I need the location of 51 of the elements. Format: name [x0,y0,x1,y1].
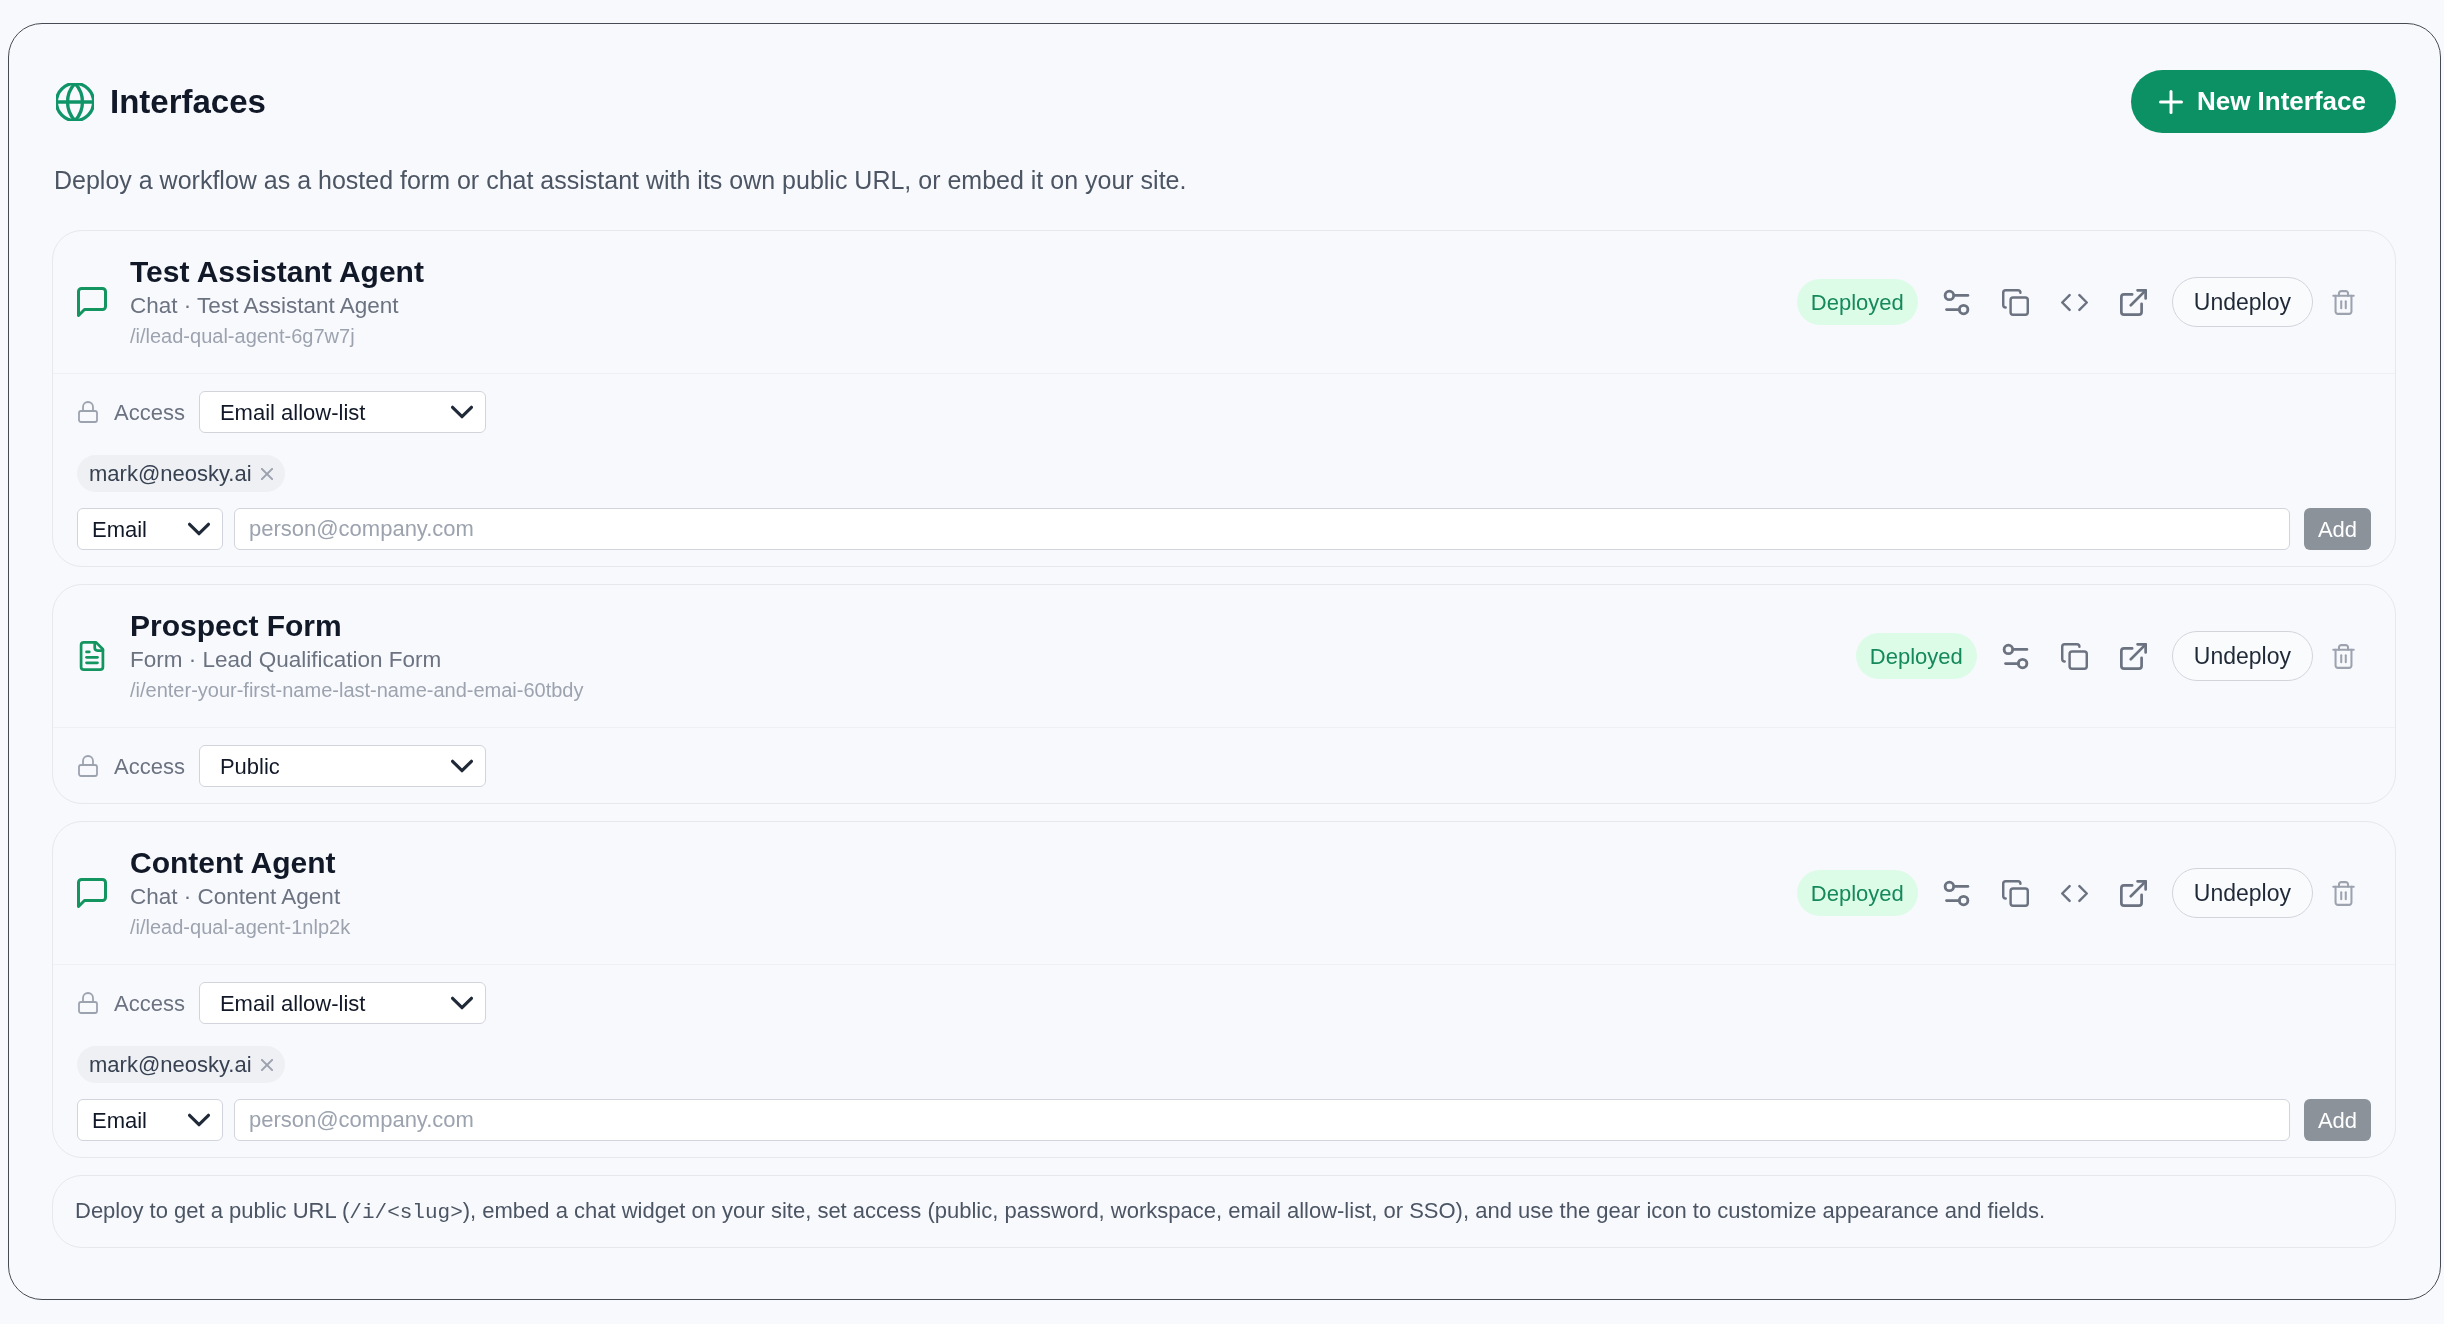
access-select[interactable]: Email allow-list [198,391,486,433]
interface-slug: /i/lead-qual-agent-6g7w7j [130,324,356,349]
status-badge: Deployed [1796,870,1918,916]
undeploy-button[interactable]: Undeploy [2171,868,2313,918]
copy-icon[interactable] [2001,288,2029,316]
info-text: Deploy to get a public URL (/i/<slug>), embed a chat widget on your site, set access (public, password, workspace, email allow-list, or SSO), and use the gear icon to customize appearance and fields. [75,1197,2046,1227]
access-label: Access [114,398,185,427]
new-interface-button[interactable]: New Interface [2130,70,2396,133]
trash-icon[interactable] [2331,880,2356,906]
settings-icon[interactable] [1942,288,1970,316]
status-badge: Deployed [1855,633,1977,679]
email-chip: mark@neosky.ai [77,1046,285,1083]
interface-subtitle: Chat · Content Agent [130,883,342,911]
settings-icon[interactable] [1942,879,1970,907]
interface-name: Test Assistant Agent [130,254,424,290]
copy-icon[interactable] [2060,642,2088,670]
lock-icon [77,401,99,423]
page-title: Interfaces [110,81,266,122]
interface-slug: /i/enter-your-first-name-last-name-and-emai-60tbdy [130,678,584,703]
external-link-icon[interactable] [2119,642,2147,670]
undeploy-button[interactable]: Undeploy [2171,631,2313,681]
interface-subtitle: Chat · Test Assistant Agent [130,292,400,320]
interface-subtitle: Form · Lead Qualification Form [130,646,443,674]
status-badge: Deployed [1796,279,1918,325]
undeploy-button[interactable]: Undeploy [2171,277,2313,327]
access-select[interactable]: Public [198,745,486,787]
access-label: Access [114,752,185,781]
email-chip: mark@neosky.ai [77,455,285,492]
type-select[interactable]: Email [77,508,223,550]
interface-slug: /i/lead-qual-agent-1nlp2k [130,915,351,940]
settings-icon[interactable] [2001,642,2029,670]
chat-bubble-icon [77,878,107,908]
interface-name: Content Agent [130,845,337,881]
external-link-icon[interactable] [2119,288,2147,316]
email-input[interactable]: person@company.com [234,1099,2290,1141]
type-select[interactable]: Email [77,1099,223,1141]
chat-bubble-icon [77,287,107,317]
access-select[interactable]: Email allow-list [198,982,486,1024]
page-description: Deploy a workflow as a hosted form or chat assistant with its own public URL, or embed it on your site. [54,165,1188,196]
email-input[interactable]: person@company.com [234,508,2290,550]
plus-icon [2158,89,2183,114]
copy-icon[interactable] [2001,879,2029,907]
lock-icon [77,992,99,1014]
globe-icon [56,82,94,121]
access-label: Access [114,989,185,1018]
document-icon [77,641,107,671]
lock-icon [77,755,99,777]
trash-icon[interactable] [2331,643,2356,669]
interface-name: Prospect Form [130,608,343,644]
external-link-icon[interactable] [2119,879,2147,907]
trash-icon[interactable] [2331,289,2356,315]
